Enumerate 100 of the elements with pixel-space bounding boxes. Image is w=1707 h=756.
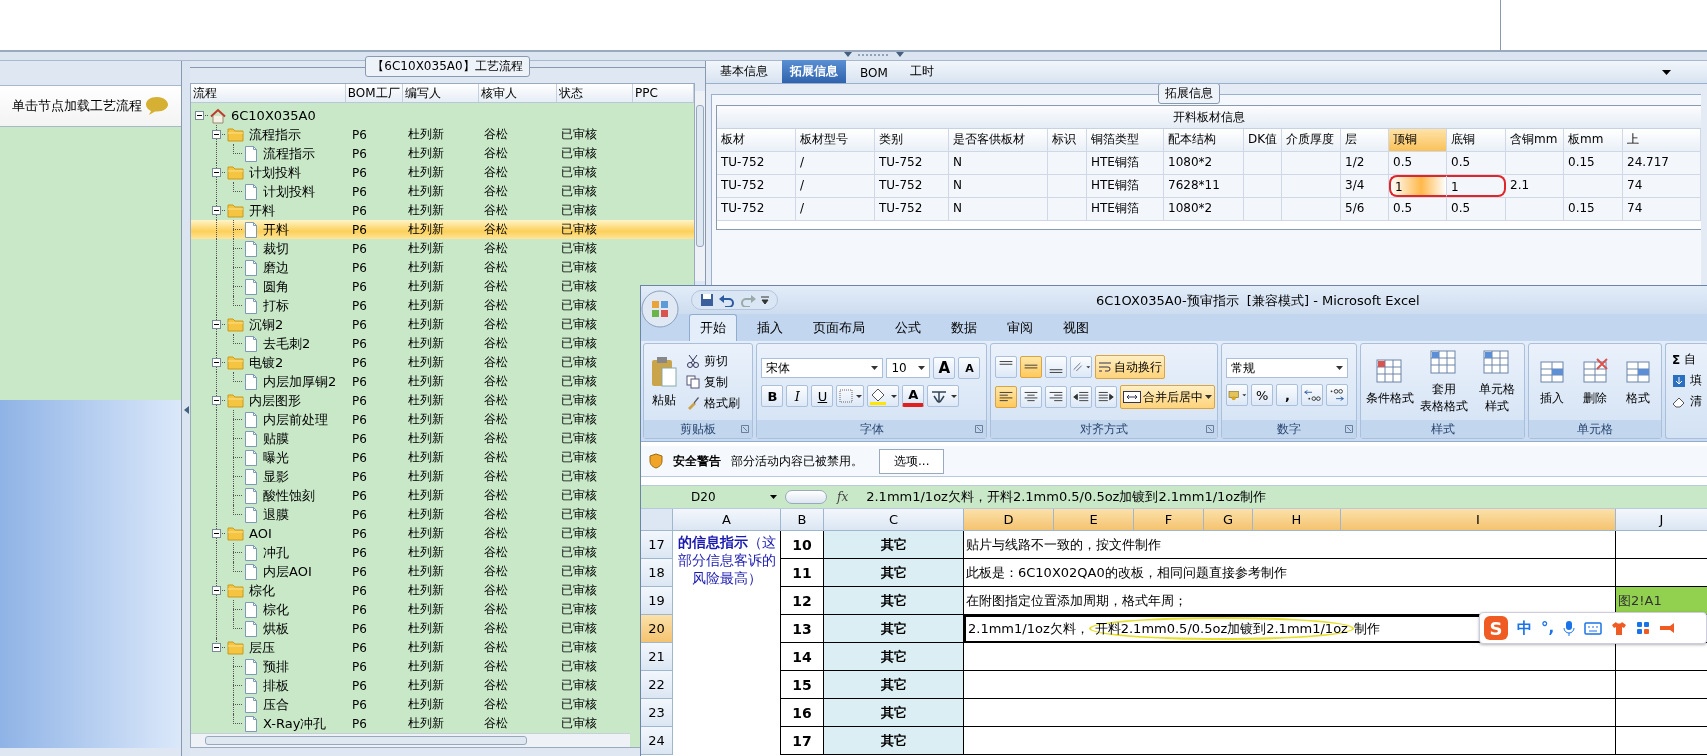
input-mode-button[interactable]: 中: [1517, 618, 1532, 638]
tree-row[interactable]: X-Ray冲孔 P6 杜列新 谷松 已审核: [191, 714, 630, 733]
column-header[interactable]: 流程: [191, 84, 346, 102]
row-header[interactable]: 23: [641, 699, 673, 727]
ribbon-tab[interactable]: 开始: [689, 314, 737, 341]
column-header[interactable]: C: [824, 509, 964, 531]
column-header[interactable]: 是否客供板材: [949, 129, 1048, 151]
tree-row[interactable]: 冲孔 P6 杜列新 谷松 已审核: [191, 543, 630, 562]
tree-row[interactable]: 棕化 P6 杜列新 谷松 已审核: [191, 600, 630, 619]
clear-button[interactable]: 清: [1670, 392, 1704, 411]
column-header[interactable]: J: [1616, 509, 1707, 531]
column-header[interactable]: D: [964, 509, 1054, 531]
tree-row[interactable]: 内层加厚铜2 P6 杜列新 谷松 已审核: [191, 372, 630, 391]
dialog-launcher-icon[interactable]: [1206, 425, 1214, 433]
collapse-icon[interactable]: [212, 529, 221, 538]
tree-row[interactable]: 内层前处理 P6 杜列新 谷松 已审核: [191, 410, 630, 429]
tree-row[interactable]: 裁切 P6 杜列新 谷松 已审核: [191, 239, 630, 258]
ribbon-tab[interactable]: 视图: [1053, 315, 1099, 341]
underline-button[interactable]: U: [811, 385, 834, 407]
row-header[interactable]: 20: [641, 615, 673, 643]
collapse-arrow-icon[interactable]: [183, 405, 189, 414]
microphone-icon[interactable]: [1563, 620, 1576, 636]
tree-row[interactable]: 排板 P6 杜列新 谷松 已审核: [191, 676, 630, 695]
tree-row[interactable]: 开料 P6 杜列新 谷松 已审核: [191, 220, 630, 239]
cells-button[interactable]: 删除: [1575, 355, 1615, 409]
number-format-field[interactable]: 常规: [1226, 358, 1348, 378]
collapse-icon[interactable]: [212, 396, 221, 405]
currency-icon[interactable]: [1226, 384, 1248, 406]
column-header[interactable]: 板材: [717, 129, 796, 151]
collapse-icon[interactable]: [212, 320, 221, 329]
collapse-icon[interactable]: [212, 168, 221, 177]
tree-row[interactable]: 开料 P6 杜列新 谷松 已审核: [191, 201, 630, 220]
increase-indent-icon[interactable]: [1095, 386, 1117, 408]
column-header[interactable]: PPC: [633, 84, 694, 102]
options-button[interactable]: 选项...: [879, 448, 945, 474]
tree-row[interactable]: 显影 P6 杜列新 谷松 已审核: [191, 467, 630, 486]
wrap-text-button[interactable]: 自动换行: [1095, 355, 1165, 379]
fill-button[interactable]: 填: [1670, 371, 1704, 390]
tree-row[interactable]: 曝光 P6 杜列新 谷松 已审核: [191, 448, 630, 467]
tree-row[interactable]: 6C10X035A0: [191, 106, 630, 125]
collapse-icon[interactable]: [212, 643, 221, 652]
format-painter-button[interactable]: 格式刷: [684, 393, 742, 413]
percent-button[interactable]: %: [1251, 384, 1274, 406]
column-header[interactable]: H: [1253, 509, 1341, 531]
column-header[interactable]: BOM工厂: [345, 84, 403, 102]
tree-row[interactable]: 预排 P6 杜列新 谷松 已审核: [191, 657, 630, 676]
keyboard-icon[interactable]: [1584, 621, 1603, 635]
tab[interactable]: 基本信息: [712, 60, 776, 83]
collapse-icon[interactable]: [212, 358, 221, 367]
collapse-icon[interactable]: [212, 206, 221, 215]
tree-row[interactable]: 内层图形 P6 杜列新 谷松 已审核: [191, 391, 630, 410]
style-button[interactable]: 套用 表格格式: [1419, 347, 1469, 417]
grid-icon[interactable]: [1636, 621, 1651, 635]
style-button[interactable]: 单元格 样式: [1473, 347, 1520, 417]
undo-icon[interactable]: [719, 293, 735, 307]
shrink-font-button[interactable]: A: [958, 357, 981, 379]
collapse-icon[interactable]: [212, 586, 221, 595]
tab[interactable]: BOM: [852, 63, 896, 83]
tree-row[interactable]: 烘板 P6 杜列新 谷松 已审核: [191, 619, 630, 638]
align-icon[interactable]: [1045, 356, 1067, 378]
tree-row[interactable]: 层压 P6 杜列新 谷松 已审核: [191, 638, 630, 657]
column-header[interactable]: 介质厚度: [1282, 129, 1341, 151]
tree-row[interactable]: 计划投料 P6 杜列新 谷松 已审核: [191, 182, 630, 201]
tool-icon[interactable]: [1659, 622, 1676, 634]
align-icon[interactable]: [995, 386, 1017, 408]
tree-row[interactable]: 沉铜2 P6 杜列新 谷松 已审核: [191, 315, 630, 334]
column-header[interactable]: 状态: [556, 84, 634, 102]
column-header[interactable]: 含铜mm: [1506, 129, 1564, 151]
ribbon-tab[interactable]: 审阅: [997, 315, 1043, 341]
font-color-button[interactable]: A: [902, 385, 925, 407]
formula-bar-handle[interactable]: [785, 490, 827, 504]
row-header[interactable]: 18: [641, 559, 673, 587]
ribbon-tab[interactable]: 数据: [941, 315, 987, 341]
row-header[interactable]: 19: [641, 587, 673, 615]
cut-button[interactable]: 剪切: [684, 351, 742, 371]
column-header[interactable]: 底铜: [1447, 129, 1506, 151]
customize-arrow-icon[interactable]: [761, 296, 769, 304]
tree-row[interactable]: 棕化 P6 杜列新 谷松 已审核: [191, 581, 630, 600]
save-icon[interactable]: [700, 293, 714, 307]
column-header[interactable]: 编写人: [402, 84, 480, 102]
column-header[interactable]: 板材型号: [796, 129, 875, 151]
column-header[interactable]: DK值: [1244, 129, 1282, 151]
dialog-launcher-icon[interactable]: [975, 425, 983, 433]
ribbon-tab[interactable]: 公式: [885, 315, 931, 341]
shirt-icon[interactable]: [1611, 621, 1628, 635]
column-header[interactable]: G: [1204, 509, 1253, 531]
decrease-decimal-icon[interactable]: [1326, 384, 1349, 406]
tree-row[interactable]: 流程指示 P6 杜列新 谷松 已审核: [191, 144, 630, 163]
insert-function-button[interactable]: fx: [837, 490, 849, 504]
tree-row[interactable]: 圆角 P6 杜列新 谷松 已审核: [191, 277, 630, 296]
style-button[interactable]: 条件格式: [1365, 355, 1415, 409]
dropdown-arrow-icon[interactable]: [1662, 70, 1671, 75]
tree-row[interactable]: 去毛刺2 P6 杜列新 谷松 已审核: [191, 334, 630, 353]
column-header[interactable]: A: [673, 509, 781, 531]
tree-row[interactable]: 贴膜 P6 杜列新 谷松 已审核: [191, 429, 630, 448]
horizontal-scrollbar[interactable]: [191, 733, 630, 747]
punctuation-button[interactable]: °,: [1541, 619, 1555, 637]
tree-row[interactable]: 流程指示 P6 杜列新 谷松 已审核: [191, 125, 630, 144]
collapse-icon[interactable]: [195, 111, 204, 120]
row-header[interactable]: 17: [641, 531, 673, 559]
